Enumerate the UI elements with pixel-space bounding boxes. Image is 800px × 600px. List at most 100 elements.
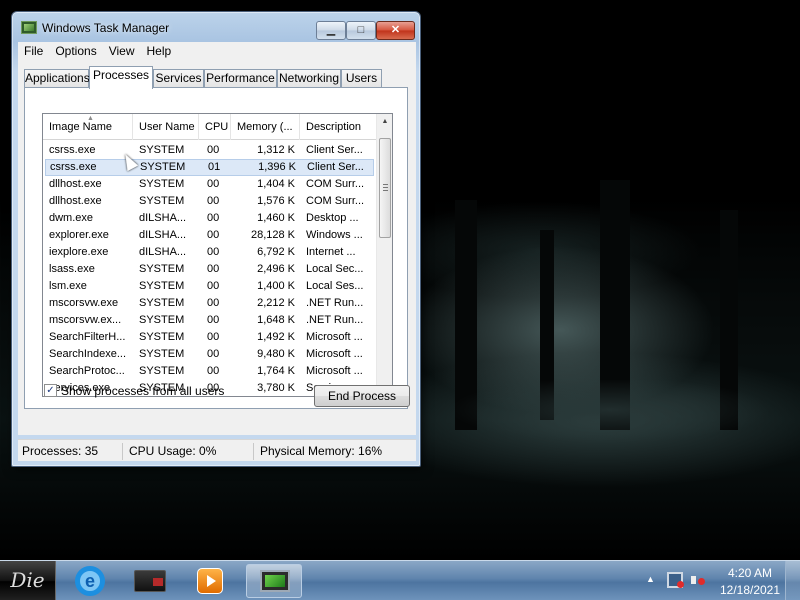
sort-up-icon: ▲: [87, 115, 94, 122]
tab-users[interactable]: Users: [341, 69, 382, 88]
description-cell: Microsoft ...: [306, 365, 363, 377]
cpu-cell: 00: [207, 144, 220, 156]
end-process-button[interactable]: End Process: [314, 385, 410, 407]
memory-cell: 1,396 K: [258, 161, 296, 173]
description-cell: Windows ...: [306, 229, 363, 241]
user-name-cell: SYSTEM: [139, 263, 185, 275]
column-cpu[interactable]: CPU: [199, 114, 231, 140]
process-list[interactable]: ▲ Image Name User Name CPU Memory (... D…: [42, 113, 393, 397]
memory-cell: 1,404 K: [257, 178, 295, 190]
tab-services[interactable]: Services: [153, 69, 204, 88]
column-description[interactable]: Description: [300, 114, 376, 140]
table-row[interactable]: iexplore.exe dILSHA... 00 6,792 K Internet .…: [43, 244, 376, 261]
processes-panel: ▲ Image Name User Name CPU Memory (... D…: [24, 87, 410, 409]
memory-cell: 2,212 K: [257, 297, 295, 309]
user-name-cell: SYSTEM: [139, 297, 185, 309]
title-bar[interactable]: Windows Task Manager ▁ □ ✕: [12, 12, 420, 42]
user-name-cell: SYSTEM: [139, 314, 185, 326]
cpu-cell: 00: [207, 263, 220, 275]
memory-cell: 1,576 K: [257, 195, 295, 207]
cpu-cell: 00: [207, 178, 220, 190]
scroll-up-icon[interactable]: ▲: [377, 114, 392, 130]
taskbar-task-manager[interactable]: [246, 564, 302, 598]
column-label: CPU: [205, 121, 229, 133]
process-name-cell: csrss.exe: [49, 144, 96, 156]
memory-cell: 9,480 K: [257, 348, 295, 360]
clock-date: 12/18/2021: [719, 583, 781, 597]
table-row[interactable]: mscorsvw.exe SYSTEM 00 2,212 K .NET Run...: [43, 295, 376, 312]
memory-cell: 1,460 K: [257, 212, 295, 224]
window-title: Windows Task Manager: [42, 21, 170, 35]
table-row[interactable]: SearchProtoc... SYSTEM 00 1,764 K Microsoft …: [43, 363, 376, 380]
description-cell: Local Sec...: [306, 263, 364, 275]
table-row[interactable]: lsass.exe SYSTEM 00 2,496 K Local Sec...: [43, 261, 376, 278]
column-label: Description: [306, 121, 362, 133]
table-row[interactable]: dwm.exe dILSHA... 00 1,460 K Desktop ...: [43, 210, 376, 227]
cpu-cell: 00: [207, 297, 220, 309]
table-row[interactable]: SearchIndexe... SYSTEM 00 9,480 K Microsoft …: [43, 346, 376, 363]
system-clock[interactable]: 4:20 AM 12/18/2021: [718, 565, 782, 599]
table-row[interactable]: dllhost.exe SYSTEM 00 1,576 K COM Surr...: [43, 193, 376, 210]
task-manager-window: Windows Task Manager ▁ □ ✕ File Options Vi…: [11, 11, 421, 467]
start-button[interactable]: Die: [0, 561, 56, 600]
taskbar-internet-explorer[interactable]: e: [62, 564, 118, 598]
process-rows: csrss.exe SYSTEM 00 1,312 K Client Ser... csr…: [43, 142, 376, 396]
menu-view[interactable]: View: [103, 42, 141, 58]
menu-file[interactable]: File: [18, 42, 49, 58]
clock-time: 4:20 AM: [727, 566, 773, 580]
user-name-cell: SYSTEM: [139, 178, 185, 190]
show-all-users-checkbox[interactable]: ✓: [44, 384, 57, 397]
user-name-cell: SYSTEM: [139, 348, 185, 360]
close-button[interactable]: ✕: [376, 21, 415, 40]
tab-networking[interactable]: Networking: [277, 69, 341, 88]
cpu-cell: 00: [207, 331, 220, 343]
table-row[interactable]: csrss.exe SYSTEM 01 1,396 K Client Ser...: [45, 159, 374, 176]
column-memory[interactable]: Memory (...: [231, 114, 300, 140]
table-row[interactable]: explorer.exe dILSHA... 00 28,128 K Windows .…: [43, 227, 376, 244]
menu-help[interactable]: Help: [141, 42, 178, 58]
table-row[interactable]: csrss.exe SYSTEM 00 1,312 K Client Ser...: [43, 142, 376, 159]
column-image-name[interactable]: ▲ Image Name: [43, 114, 133, 140]
memory-cell: 1,400 K: [257, 280, 295, 292]
process-name-cell: dwm.exe: [49, 212, 94, 224]
table-row[interactable]: lsm.exe SYSTEM 00 1,400 K Local Ses...: [43, 278, 376, 295]
process-name-cell: SearchProtoc...: [49, 365, 125, 377]
column-label: User Name: [139, 121, 195, 133]
cpu-cell: 00: [207, 212, 220, 224]
taskbar-explorer[interactable]: [122, 564, 178, 598]
user-name-cell: dILSHA...: [139, 229, 187, 241]
table-row[interactable]: SearchFilterH... SYSTEM 00 1,492 K Microsoft…: [43, 329, 376, 346]
table-row[interactable]: mscorsvw.ex... SYSTEM 00 1,648 K .NET Run...: [43, 312, 376, 329]
tab-processes[interactable]: Processes: [89, 66, 153, 89]
memory-cell: 1,764 K: [257, 365, 295, 377]
user-name-cell: dILSHA...: [139, 212, 187, 224]
table-row[interactable]: dllhost.exe SYSTEM 00 1,404 K COM Surr...: [43, 176, 376, 193]
menu-options[interactable]: Options: [49, 42, 102, 58]
show-desktop-button[interactable]: [785, 561, 800, 600]
cpu-cell: 00: [207, 229, 220, 241]
show-hidden-icons-icon[interactable]: ▲: [646, 574, 655, 584]
status-bar: Processes: 35 CPU Usage: 0% Physical Mem…: [18, 439, 416, 461]
process-name-cell: dllhost.exe: [49, 178, 102, 190]
user-name-cell: SYSTEM: [140, 161, 186, 173]
network-icon[interactable]: [667, 572, 684, 588]
tab-performance[interactable]: Performance: [204, 69, 277, 88]
tab-applications[interactable]: Applications: [24, 69, 90, 88]
description-cell: .NET Run...: [306, 314, 364, 326]
description-cell: COM Surr...: [306, 178, 365, 190]
user-name-cell: dILSHA...: [139, 246, 187, 258]
process-name-cell: dllhost.exe: [49, 195, 102, 207]
cpu-cell: 00: [207, 314, 220, 326]
task-manager-icon: [21, 21, 37, 34]
process-name-cell: SearchIndexe...: [49, 348, 127, 360]
minimize-button[interactable]: ▁: [316, 21, 346, 40]
scroll-thumb[interactable]: [379, 138, 391, 238]
description-cell: Microsoft ...: [306, 331, 363, 343]
vertical-scrollbar[interactable]: ▲ ▼: [376, 114, 392, 396]
taskbar-media-player[interactable]: [182, 564, 238, 598]
maximize-button[interactable]: □: [346, 21, 376, 40]
volume-icon[interactable]: [690, 572, 706, 588]
process-name-cell: iexplore.exe: [49, 246, 109, 258]
description-cell: Microsoft ...: [306, 348, 363, 360]
column-user-name[interactable]: User Name: [133, 114, 199, 140]
